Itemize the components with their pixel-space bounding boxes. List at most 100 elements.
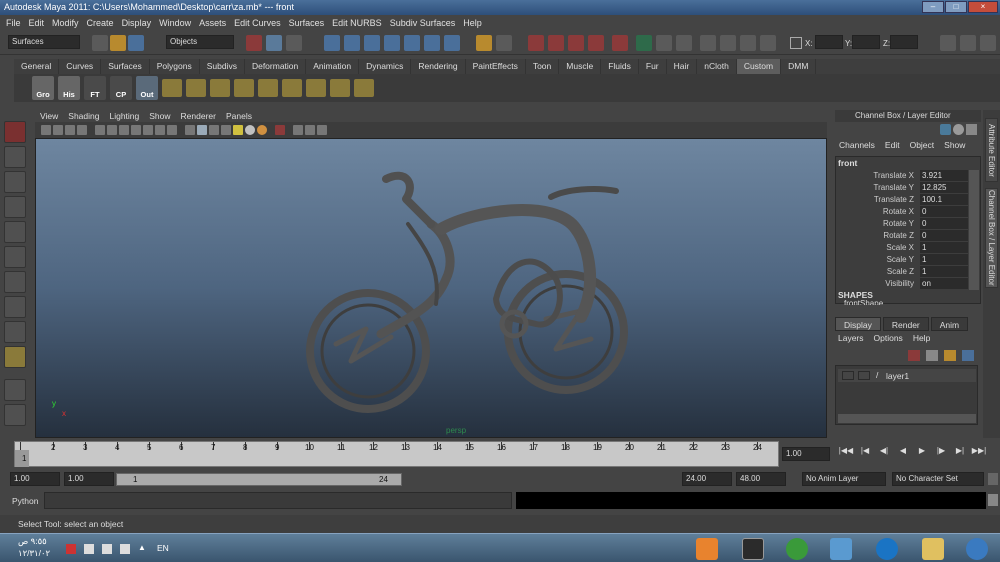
quick-layout-icon[interactable]	[4, 379, 26, 401]
layout-four-icon[interactable]	[720, 35, 736, 51]
last-tool-icon[interactable]	[4, 346, 26, 368]
maximize-icon[interactable]: □	[945, 1, 967, 13]
show-manipulator-icon[interactable]	[4, 321, 26, 343]
new-layer-selected-icon[interactable]	[908, 350, 920, 361]
safe-title-icon[interactable]	[167, 125, 177, 135]
outliner-layout-icon[interactable]	[4, 404, 26, 426]
layer-name[interactable]: layer1	[886, 371, 909, 381]
language-indicator[interactable]: EN	[157, 543, 169, 553]
render-settings-icon[interactable]	[568, 35, 584, 51]
shadows-icon[interactable]	[245, 125, 255, 135]
type-toggle[interactable]	[858, 371, 870, 380]
render-icon[interactable]	[528, 35, 544, 51]
resolution-gate-icon[interactable]	[119, 125, 129, 135]
move-tool-icon[interactable]	[4, 196, 26, 218]
new-layer-icon[interactable]	[926, 350, 938, 361]
panel-menu-view[interactable]: View	[35, 110, 63, 122]
menu-edit[interactable]: Edit	[25, 18, 49, 28]
camera-attributes-icon[interactable]	[53, 125, 63, 135]
volume-icon[interactable]	[102, 544, 112, 554]
attribute-editor-tab[interactable]: Attribute Editor	[985, 118, 998, 182]
shelf-button-gro[interactable]: Gro	[32, 76, 54, 100]
bike-model[interactable]	[36, 139, 827, 438]
maya-taskbar-icon[interactable]	[742, 538, 764, 560]
wireframe-icon[interactable]	[185, 125, 195, 135]
shelf-tab[interactable]: Subdivs	[200, 59, 245, 74]
step-back-key-icon[interactable]: ◀|	[876, 446, 892, 460]
ipr-render-icon[interactable]	[548, 35, 564, 51]
camera-select-icon[interactable]	[41, 125, 51, 135]
menu-display[interactable]: Display	[118, 18, 156, 28]
go-to-start-icon[interactable]: |◀◀	[838, 446, 854, 460]
attr-value[interactable]: 3.921	[920, 170, 968, 181]
shelf-tab[interactable]: PaintEffects	[466, 59, 526, 74]
layer-scrollbar[interactable]	[838, 414, 976, 423]
shelf-tab[interactable]: Fur	[639, 59, 667, 74]
go-to-end-icon[interactable]: ▶▶|	[971, 446, 987, 460]
uv-tool-icon[interactable]	[258, 79, 278, 97]
shelf-tab[interactable]: Dynamics	[359, 59, 412, 74]
select-hierarchy-icon[interactable]	[246, 35, 262, 51]
snap-grid-icon[interactable]	[324, 35, 340, 51]
uv-tool-icon[interactable]	[354, 79, 374, 97]
play-back-icon[interactable]: ◀	[895, 446, 911, 460]
clock-time[interactable]: ٩:٥٥ ص	[18, 536, 47, 547]
menu-modify[interactable]: Modify	[48, 18, 83, 28]
menu-help[interactable]: Help	[459, 18, 486, 28]
attr-row[interactable]: Scale Y 1	[836, 254, 968, 265]
attr-value[interactable]: on	[920, 278, 968, 289]
new-scene-icon[interactable]	[92, 35, 108, 51]
layout-single-icon[interactable]	[700, 35, 716, 51]
layout-icon[interactable]	[940, 124, 951, 135]
preferences-icon[interactable]	[988, 473, 998, 485]
shelf-tab[interactable]: Curves	[59, 59, 102, 74]
attr-row[interactable]: Rotate Z 0	[836, 230, 968, 241]
grid-icon[interactable]	[95, 125, 105, 135]
save-scene-icon[interactable]	[128, 35, 144, 51]
network-icon[interactable]	[66, 544, 76, 554]
scale-tool-icon[interactable]	[4, 246, 26, 268]
action-center-icon[interactable]	[84, 544, 94, 554]
shelf-tab[interactable]: Muscle	[559, 59, 602, 74]
menu-edit-nurbs[interactable]: Edit NURBS	[328, 18, 386, 28]
uv-tool-icon[interactable]	[234, 79, 254, 97]
layers-menu[interactable]: Layers	[835, 333, 867, 345]
shelf-tab[interactable]: Surfaces	[101, 59, 150, 74]
gate-mask-icon[interactable]	[131, 125, 141, 135]
snap-point-icon[interactable]	[364, 35, 380, 51]
menu-edit-curves[interactable]: Edit Curves	[230, 18, 285, 28]
character-set-dropdown[interactable]: No Character Set	[892, 472, 984, 486]
absolute-transform-icon[interactable]	[790, 37, 802, 49]
shelf-button-ft[interactable]: FT	[84, 76, 106, 100]
shelf-tab[interactable]: Polygons	[150, 59, 200, 74]
uv-tool-icon[interactable]	[330, 79, 350, 97]
step-forward-icon[interactable]: ▶|	[952, 446, 968, 460]
attr-row[interactable]: Rotate X 0	[836, 206, 968, 217]
wireframe-on-shaded-icon[interactable]	[209, 125, 219, 135]
film-gate-icon[interactable]	[107, 125, 117, 135]
attr-row[interactable]: Scale Z 1	[836, 266, 968, 277]
object-menu[interactable]: Object	[906, 140, 939, 154]
uv-tool-icon[interactable]	[186, 79, 206, 97]
layout-persp-icon[interactable]	[740, 35, 756, 51]
shelf-tab[interactable]: Fluids	[601, 59, 639, 74]
field-chart-icon[interactable]	[143, 125, 153, 135]
attr-value[interactable]: 0	[920, 218, 968, 229]
snap-plane-icon[interactable]	[384, 35, 400, 51]
attr-value[interactable]: 100.1	[920, 194, 968, 205]
y-input[interactable]	[852, 35, 880, 49]
help-menu[interactable]: Help	[910, 333, 933, 345]
playback-end-field[interactable]: 24.00	[682, 472, 732, 486]
lock-icon[interactable]	[476, 35, 492, 51]
selection-mode-field[interactable]: Objects	[166, 35, 234, 49]
show-tool-settings-icon[interactable]	[960, 35, 976, 51]
smooth-shade-icon[interactable]	[197, 125, 207, 135]
attr-row[interactable]: Rotate Y 0	[836, 218, 968, 229]
frame-all-icon[interactable]	[305, 125, 315, 135]
attribute-icon[interactable]	[953, 124, 964, 135]
command-input[interactable]	[44, 492, 512, 509]
layer-row[interactable]: / layer1	[838, 369, 976, 382]
messenger-icon[interactable]	[830, 538, 852, 560]
show-attribute-editor-icon[interactable]	[940, 35, 956, 51]
safe-action-icon[interactable]	[155, 125, 165, 135]
